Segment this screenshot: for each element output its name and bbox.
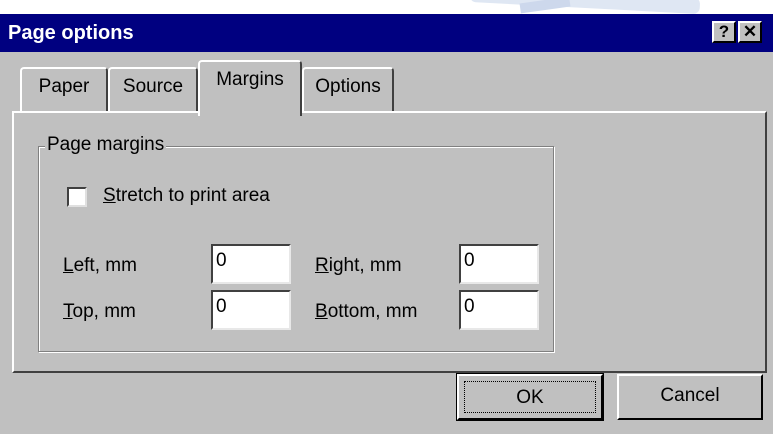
top-mm-label: Top, mm (63, 301, 136, 322)
help-button[interactable]: ? (712, 21, 736, 43)
tab-source[interactable]: Source (108, 67, 198, 113)
left-mm-field[interactable]: 0 (211, 244, 291, 284)
desktop-decoration (519, 0, 571, 14)
right-mm-label: Right, mm (315, 255, 402, 276)
page-margins-group: Page margins Stretch to print area Left,… (38, 134, 554, 352)
desktop-decoration (469, 0, 701, 14)
cancel-button[interactable]: Cancel (617, 374, 763, 420)
margins-tab-panel: Page margins Stretch to print area Left,… (12, 111, 767, 373)
desktop-background (0, 0, 773, 14)
close-icon: ✕ (742, 22, 758, 41)
stretch-label[interactable]: Stretch to print area (103, 185, 270, 207)
ok-button-label: OK (464, 381, 596, 413)
tab-margins[interactable]: Margins (198, 60, 302, 116)
group-title: Page margins (45, 134, 167, 156)
right-mm-field[interactable]: 0 (459, 244, 539, 284)
help-icon: ? (718, 22, 730, 41)
close-button[interactable]: ✕ (738, 21, 762, 43)
tab-options[interactable]: Options (302, 67, 394, 113)
title-bar[interactable]: Page options ? ✕ (0, 14, 773, 52)
stretch-checkbox[interactable] (67, 187, 87, 207)
bottom-mm-field[interactable]: 0 (459, 290, 539, 330)
ok-button[interactable]: OK (456, 373, 604, 421)
left-mm-label: Left, mm (63, 255, 137, 276)
top-mm-field[interactable]: 0 (211, 290, 291, 330)
tab-paper[interactable]: Paper (20, 67, 108, 113)
bottom-mm-label: Bottom, mm (315, 301, 418, 322)
window-title: Page options (8, 22, 134, 44)
page-options-dialog: Page options ? ✕ Paper Source Margins Op… (0, 14, 773, 434)
